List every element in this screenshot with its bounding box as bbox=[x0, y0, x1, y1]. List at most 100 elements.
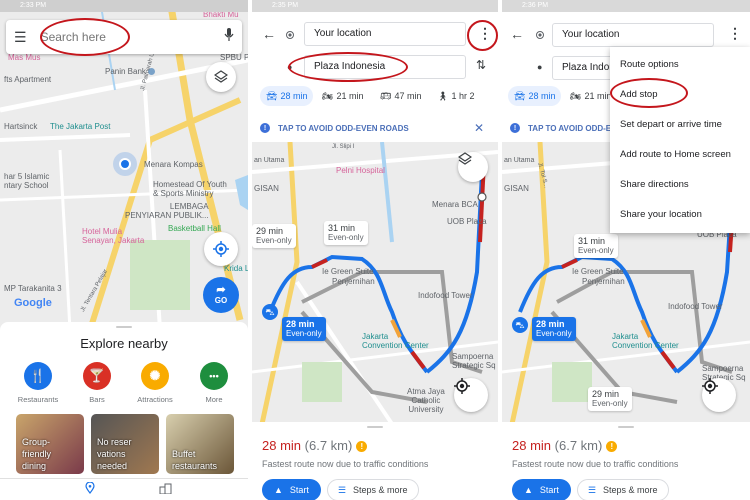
card-buffet[interactable]: Buffet restaurants bbox=[166, 414, 234, 474]
summary-time: 28 min bbox=[262, 438, 302, 453]
route-note: Even-only bbox=[536, 329, 572, 338]
explore-screen: Bhakti Mu Mas Mus SPBU Pe Panin Bank fts… bbox=[0, 0, 248, 500]
route-tag-alt-1[interactable]: 31 min Even-only bbox=[324, 221, 368, 245]
card-no-reservations[interactable]: No reser vations needed bbox=[91, 414, 159, 474]
car-marker-icon: ⛍ bbox=[512, 317, 528, 333]
steps-label: Steps & more bbox=[603, 485, 658, 495]
route-note: Even-only bbox=[592, 399, 628, 408]
route-summary: 28 min (6.7 km)! bbox=[512, 438, 740, 453]
map-label-jcc: Jakarta Convention Center bbox=[362, 332, 429, 350]
category-label: Restaurants bbox=[17, 395, 59, 404]
category-label: Attractions bbox=[137, 395, 173, 404]
start-button[interactable]: ▲ Start bbox=[262, 479, 321, 500]
mode-motorbike[interactable]: 🏍︎ 21 min bbox=[322, 86, 363, 106]
bus-icon: 🚌︎ bbox=[380, 90, 392, 101]
route-summary-sheet: 28 min (6.7 km)! Fastest route now due t… bbox=[502, 422, 750, 500]
map-label-jakpost: The Jakarta Post bbox=[50, 122, 111, 131]
layers-button[interactable] bbox=[458, 152, 488, 182]
route-note: Even-only bbox=[286, 329, 322, 338]
car-marker-icon: ⛍ bbox=[262, 304, 278, 320]
highlight-ring-add-stop bbox=[610, 78, 688, 108]
map-label-spbu: SPBU Pe bbox=[220, 53, 248, 62]
status-bar: 2:33 PM bbox=[0, 0, 248, 12]
origin-input[interactable]: Your location bbox=[552, 23, 714, 47]
mode-car[interactable]: 🚘︎ 28 min bbox=[260, 86, 314, 106]
motorbike-icon: 🏍︎ bbox=[322, 90, 334, 101]
category-restaurants[interactable]: 🍴 Restaurants bbox=[13, 362, 63, 404]
steps-button[interactable]: ☰ Steps & more bbox=[326, 479, 419, 500]
map-label-penjernihan: Penjernihan bbox=[582, 277, 625, 286]
route-map[interactable]: Jl. Slipi I an Utama GISAN Pelni Hospita… bbox=[252, 142, 498, 424]
drag-handle[interactable] bbox=[618, 426, 634, 428]
menu-item-depart-arrive[interactable]: Set depart or arrive time bbox=[610, 110, 750, 140]
menu-item-add-home[interactable]: Add route to Home screen bbox=[610, 140, 750, 170]
map-label-hotel: Hotel Mulia Senayan, Jakarta bbox=[82, 227, 145, 245]
summary-subtext: Fastest route now due to traffic conditi… bbox=[512, 459, 679, 469]
menu-icon[interactable]: ☰ bbox=[14, 29, 27, 46]
back-arrow-icon[interactable]: ← bbox=[262, 26, 276, 42]
route-tag-alt-2[interactable]: 29 min Even-only bbox=[252, 224, 296, 248]
close-icon[interactable]: ✕ bbox=[474, 121, 484, 135]
google-logo: Google bbox=[14, 297, 52, 309]
directions-menu-screen: an Utama GISAN UOB Plaza Ie Green Suite … bbox=[502, 0, 750, 500]
category-attractions[interactable]: ✺ Attractions bbox=[130, 362, 180, 404]
status-bar: 2:36 PM bbox=[502, 0, 750, 12]
mode-walk[interactable]: 🚶︎ 1 hr 2 bbox=[437, 86, 474, 106]
more-options-icon[interactable]: ⋮ bbox=[728, 25, 742, 42]
map-label-penjernihan: Penjernihan bbox=[332, 277, 375, 286]
mode-label: 1 hr 2 bbox=[451, 91, 475, 101]
route-tag-alt-1[interactable]: 31 min Even-only bbox=[574, 234, 618, 258]
bottom-nav bbox=[0, 478, 248, 500]
route-tag-selected[interactable]: 28 min Even-only bbox=[282, 317, 326, 341]
walk-icon: 🚶︎ bbox=[437, 90, 449, 101]
origin-dot-icon bbox=[286, 31, 294, 39]
category-label: Bars bbox=[89, 395, 105, 404]
menu-item-route-options[interactable]: Route options bbox=[610, 50, 750, 80]
route-tag-alt-2[interactable]: 29 min Even-only bbox=[588, 387, 632, 411]
summary-distance: (6.7 km) bbox=[304, 438, 353, 453]
destination-pin-icon: ● bbox=[537, 62, 543, 72]
navigation-icon: ▲ bbox=[274, 485, 283, 495]
back-arrow-icon[interactable]: ← bbox=[510, 26, 524, 42]
my-location-button[interactable] bbox=[454, 378, 488, 412]
highlight-ring-search bbox=[40, 18, 130, 56]
go-button[interactable]: ➦ GO bbox=[203, 277, 239, 313]
swap-icon[interactable]: ⇅ bbox=[476, 58, 486, 72]
car-icon: 🚘︎ bbox=[266, 90, 278, 101]
category-bars[interactable]: 🍸 Bars bbox=[72, 362, 122, 404]
mode-label: 21 min bbox=[584, 91, 612, 101]
route-time: 31 min bbox=[578, 236, 606, 246]
microphone-icon[interactable] bbox=[224, 27, 234, 47]
steps-button[interactable]: ☰ Steps & more bbox=[576, 479, 669, 500]
card-group-friendly[interactable]: Group- friendly dining bbox=[16, 414, 84, 474]
origin-input[interactable]: Your location bbox=[304, 22, 466, 46]
layers-button[interactable] bbox=[206, 62, 236, 92]
odd-even-banner[interactable]: ! TAP TO AVOID ODD-EVEN ROADS ✕ bbox=[252, 118, 498, 138]
mode-motorbike[interactable]: 🏍︎ 21 min bbox=[570, 86, 611, 106]
nav-commute[interactable] bbox=[155, 481, 175, 499]
map-label-homestead: Homestead Of Youth & Sports Ministry bbox=[153, 180, 227, 198]
route-summary: 28 min (6.7 km)! bbox=[262, 438, 488, 453]
mode-label: 47 min bbox=[394, 91, 422, 101]
drag-handle[interactable] bbox=[367, 426, 383, 428]
mode-car[interactable]: 🚘︎ 28 min bbox=[508, 86, 562, 106]
my-location-button[interactable] bbox=[204, 232, 238, 266]
map-label-lembaga: LEMBAGA PENYIARAN PUBLIK... bbox=[125, 202, 209, 220]
route-time: 29 min bbox=[592, 389, 620, 399]
menu-item-share-location[interactable]: Share your location bbox=[610, 200, 750, 230]
drag-handle[interactable] bbox=[116, 326, 132, 328]
overflow-menu: Route options Add stop Set depart or arr… bbox=[610, 47, 750, 233]
steps-label: Steps & more bbox=[353, 485, 408, 495]
menu-item-share-directions[interactable]: Share directions bbox=[610, 170, 750, 200]
nav-explore[interactable] bbox=[80, 481, 100, 499]
origin-dot-icon bbox=[536, 31, 544, 39]
category-more[interactable]: ••• More bbox=[189, 362, 239, 404]
banner-text: TAP TO AVOID ODD-EVEN ROADS bbox=[278, 123, 409, 133]
mode-transit[interactable]: 🚌︎ 47 min bbox=[380, 86, 421, 106]
start-button[interactable]: ▲ Start bbox=[512, 479, 571, 500]
navigation-icon: ▲ bbox=[524, 485, 533, 495]
route-tag-selected[interactable]: 28 min Even-only bbox=[532, 317, 576, 341]
my-location-button[interactable] bbox=[702, 378, 736, 412]
bar-icon: 🍸 bbox=[83, 362, 111, 390]
list-icon: ☰ bbox=[337, 484, 347, 495]
